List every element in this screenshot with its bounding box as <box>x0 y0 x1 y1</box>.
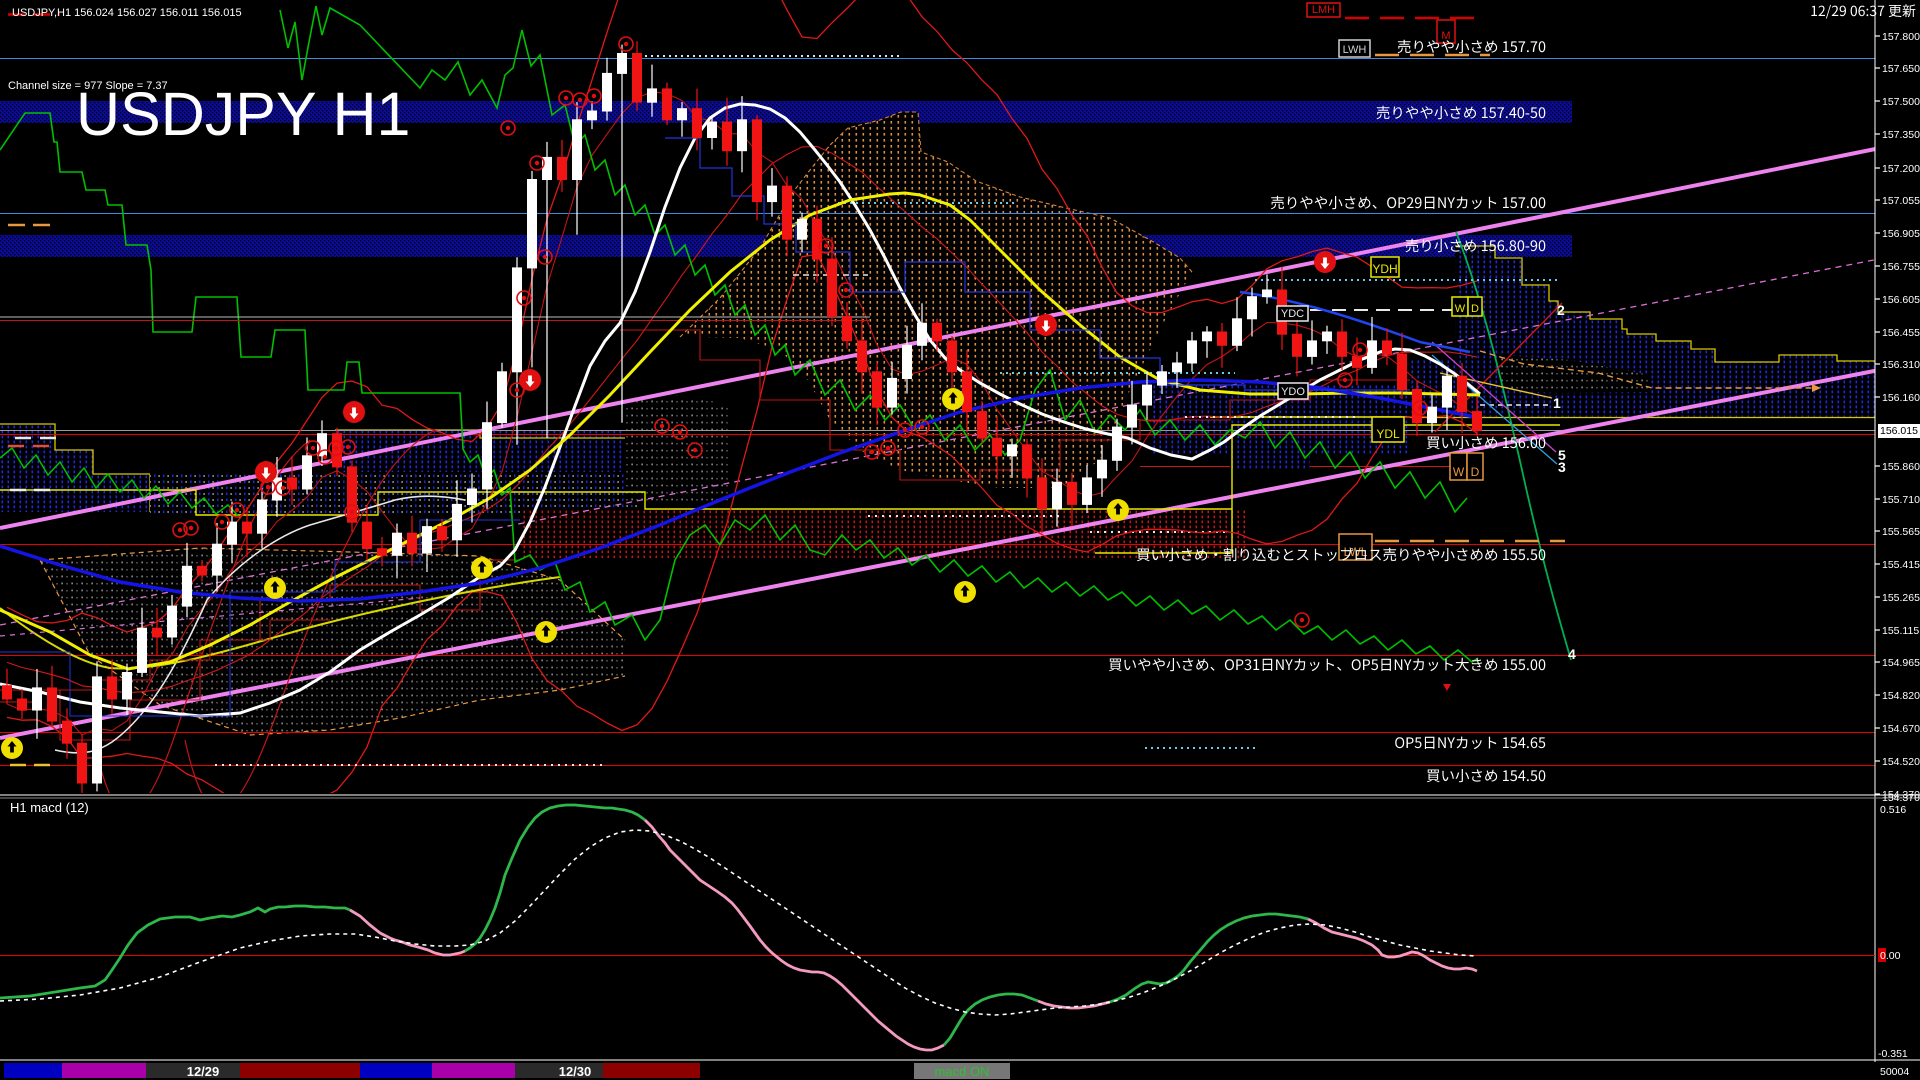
svg-text:157.200: 157.200 <box>1882 163 1920 175</box>
svg-text:50004: 50004 <box>1880 1066 1909 1078</box>
svg-text:3: 3 <box>1558 459 1566 475</box>
svg-text:157.055: 157.055 <box>1882 195 1920 207</box>
svg-text:USDJPY,H1 156.024 156.027 156: USDJPY,H1 156.024 156.027 156.011 156.01… <box>12 7 242 19</box>
svg-text:156.605: 156.605 <box>1882 294 1920 306</box>
svg-text:LWH: LWH <box>1343 44 1367 56</box>
svg-text:-0.351: -0.351 <box>1878 1048 1908 1060</box>
svg-text:155.265: 155.265 <box>1882 592 1920 604</box>
svg-text:12/29: 12/29 <box>187 1064 220 1079</box>
svg-text:156.905: 156.905 <box>1882 228 1920 240</box>
svg-text:YDL: YDL <box>1376 427 1400 441</box>
svg-text:1: 1 <box>1553 395 1561 411</box>
svg-text:USDJPY H1: USDJPY H1 <box>76 80 411 148</box>
svg-text:W: W <box>1455 303 1466 315</box>
svg-text:155.415: 155.415 <box>1882 559 1920 571</box>
svg-text:0.516: 0.516 <box>1880 804 1906 816</box>
svg-text:155.860: 155.860 <box>1882 461 1920 473</box>
svg-text:YDO: YDO <box>1281 386 1305 398</box>
svg-text:D: D <box>1471 465 1480 479</box>
svg-text:157.800: 157.800 <box>1882 31 1920 43</box>
svg-text:macd ON: macd ON <box>935 1064 990 1079</box>
svg-text:LMH: LMH <box>1312 4 1335 16</box>
svg-text:155.710: 155.710 <box>1882 494 1920 506</box>
svg-text:4: 4 <box>1568 646 1576 662</box>
svg-text:156.310: 156.310 <box>1882 359 1920 371</box>
svg-text:154.965: 154.965 <box>1882 657 1920 669</box>
svg-text:157.500: 157.500 <box>1882 96 1920 108</box>
svg-text:155.115: 155.115 <box>1882 625 1919 637</box>
svg-text:156.455: 156.455 <box>1882 327 1920 339</box>
svg-text:155.565: 155.565 <box>1882 526 1920 538</box>
svg-text:156.160: 156.160 <box>1882 392 1920 404</box>
svg-text:157.650: 157.650 <box>1882 63 1920 75</box>
svg-text:M: M <box>1441 30 1450 42</box>
svg-text:154.670: 154.670 <box>1882 723 1920 735</box>
svg-text:D: D <box>1471 303 1479 315</box>
svg-text:154.520: 154.520 <box>1882 756 1920 768</box>
svg-text:156.755: 156.755 <box>1882 261 1920 273</box>
svg-text:YDC: YDC <box>1281 308 1304 320</box>
svg-text:154.370: 154.370 <box>1882 792 1920 804</box>
svg-text:156.015: 156.015 <box>1880 425 1918 437</box>
svg-text:2: 2 <box>1557 302 1565 318</box>
svg-text:H1 macd (12): H1 macd (12) <box>10 800 89 815</box>
svg-text:154.820: 154.820 <box>1882 690 1920 702</box>
svg-text:0.00: 0.00 <box>1880 950 1901 962</box>
svg-text:W: W <box>1453 465 1465 479</box>
svg-text:12/30: 12/30 <box>559 1064 592 1079</box>
svg-text:157.350: 157.350 <box>1882 129 1920 141</box>
svg-text:YDH: YDH <box>1372 262 1397 276</box>
